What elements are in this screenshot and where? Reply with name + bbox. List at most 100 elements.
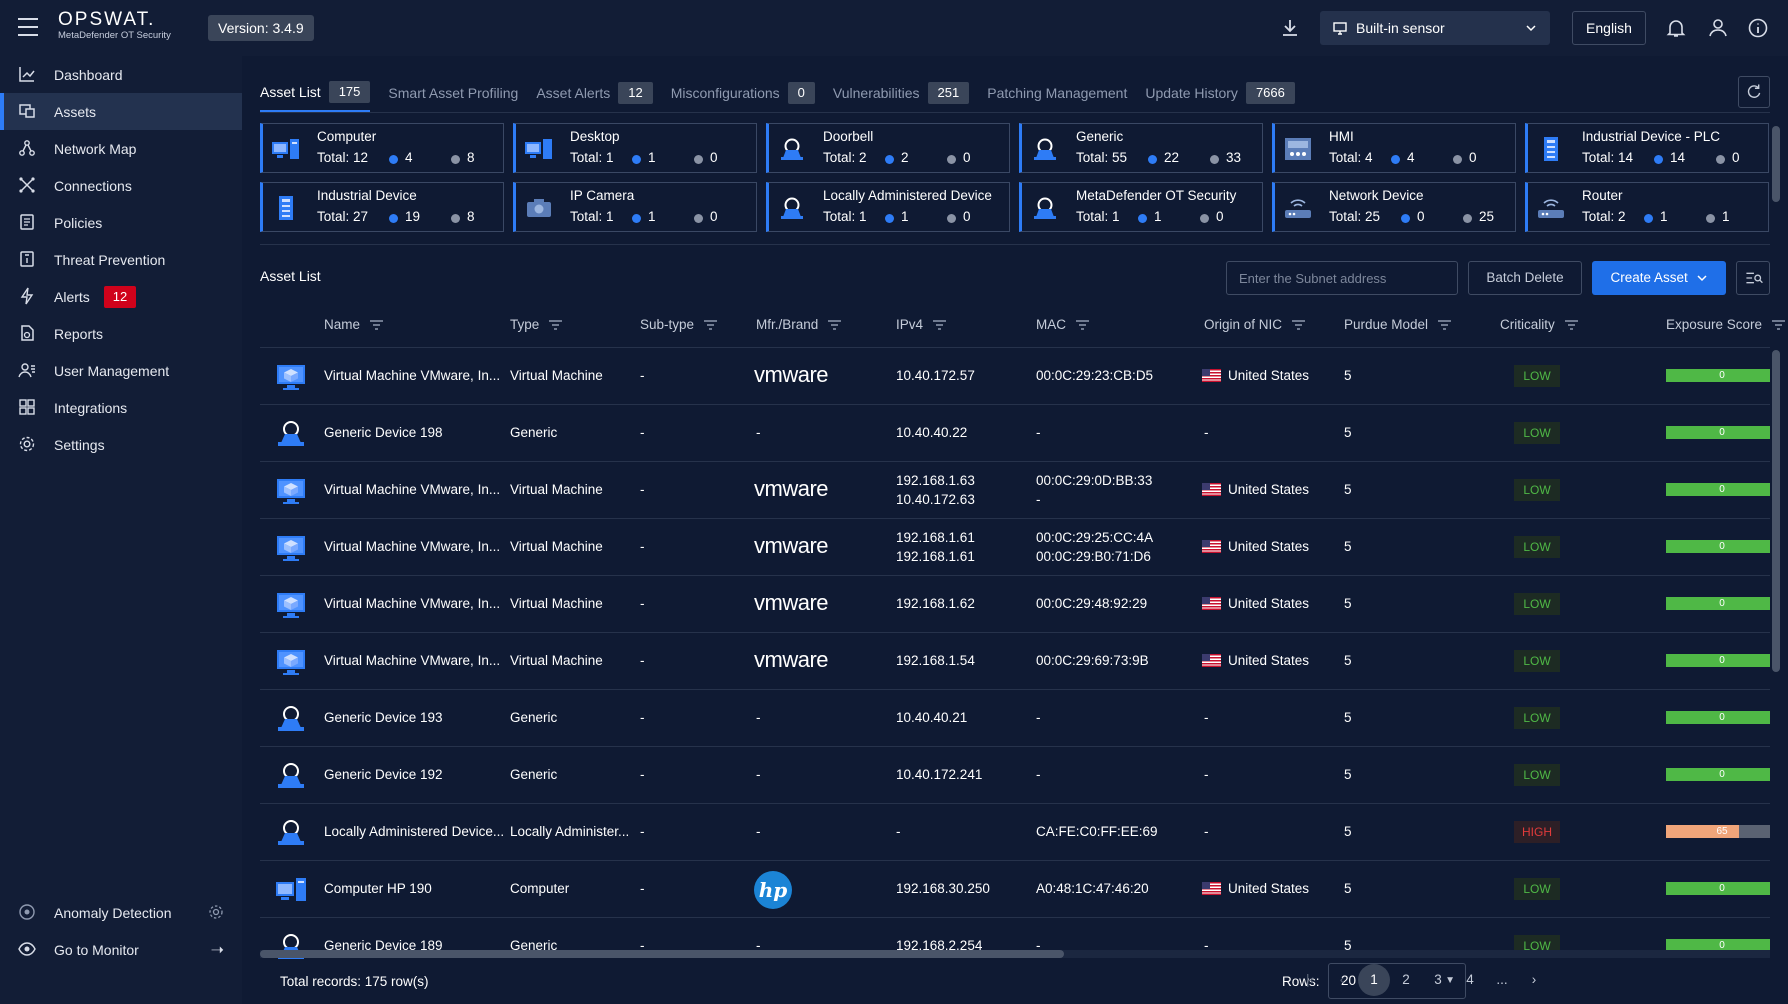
hmi-icon — [1283, 136, 1313, 162]
horizontal-scrollbar[interactable] — [260, 950, 1770, 958]
card-title: Router — [1582, 188, 1623, 203]
column-settings-icon[interactable] — [1736, 261, 1770, 295]
tab-asset-list[interactable]: Asset List 175 — [260, 74, 371, 112]
column-header[interactable]: Mfr./Brand — [756, 317, 842, 332]
card-title: Industrial Device — [317, 188, 417, 203]
vmware-logo: vmware — [754, 533, 829, 558]
subnet-input[interactable] — [1226, 261, 1458, 295]
page-2[interactable]: 2 — [1390, 964, 1422, 996]
batch-delete-button[interactable]: Batch Delete — [1468, 261, 1582, 295]
table-row[interactable]: Generic Device 198 Generic - - 10.40.40.22 - -… — [260, 405, 1770, 462]
asset-type-card[interactable]: Network Device Total: 25 0 25 — [1272, 182, 1516, 232]
us-flag-icon — [1202, 882, 1221, 895]
filter-icon[interactable] — [549, 319, 563, 330]
asset-type-card[interactable]: Router Total: 2 1 1 — [1525, 182, 1769, 232]
card-offline-count: 0 — [963, 209, 971, 224]
gear-icon[interactable] — [208, 904, 224, 920]
create-asset-button[interactable]: Create Asset — [1592, 261, 1726, 295]
asset-type-card[interactable]: HMI Total: 4 4 0 — [1272, 123, 1516, 173]
filter-icon[interactable] — [828, 319, 842, 330]
asset-mac: 00:0C:29:23:CB:D5 — [1036, 368, 1154, 383]
table-row[interactable]: Computer HP 190 Computer - hp 192.168.30.250… — [260, 861, 1770, 918]
column-header[interactable]: Sub-type — [640, 317, 718, 332]
table-row[interactable]: Generic Device 193 Generic - - 10.40.40.21 - -… — [260, 690, 1770, 747]
download-icon[interactable] — [1278, 16, 1302, 40]
table-row[interactable]: Virtual Machine VMware, In... Virtual Mac… — [260, 633, 1770, 690]
sidebar-item-go-to-monitor[interactable]: Go to Monitor ➝ — [0, 931, 242, 968]
sidebar-item-reports[interactable]: Reports — [0, 315, 242, 352]
table-row[interactable]: Generic Device 192 Generic - - 10.40.172.241… — [260, 747, 1770, 804]
page-4[interactable]: 4 — [1454, 964, 1486, 996]
sidebar-item-dashboard[interactable]: Dashboard — [0, 56, 242, 93]
sidebar-item-connections[interactable]: Connections — [0, 167, 242, 204]
asset-type-card[interactable]: Locally Administered Device Total: 1 1 0 — [766, 182, 1010, 232]
tab-patching-management[interactable]: Patching Management — [987, 74, 1127, 112]
asset-type-card[interactable]: MetaDefender OT Security Total: 1 1 0 — [1019, 182, 1263, 232]
asset-type-card[interactable]: Computer Total: 12 4 8 — [260, 123, 504, 173]
column-header[interactable]: Exposure Score — [1666, 317, 1786, 332]
vertical-scrollbar[interactable] — [1772, 350, 1780, 950]
asset-type-card[interactable]: Industrial Device Total: 27 19 8 — [260, 182, 504, 232]
sidebar-item-user-management[interactable]: User Management — [0, 352, 242, 389]
vmware-logo: vmware — [754, 647, 829, 672]
page-1[interactable]: 1 — [1358, 964, 1390, 996]
user-icon[interactable] — [1706, 16, 1730, 40]
tab-smart-asset-profiling[interactable]: Smart Asset Profiling — [388, 74, 518, 112]
card-online-count: 0 — [1417, 209, 1425, 224]
sidebar-item-anomaly-detection[interactable]: Anomaly Detection — [0, 894, 242, 931]
asset-mac: - — [1036, 710, 1041, 725]
table-row[interactable]: Locally Administered Device... Locally Ad… — [260, 804, 1770, 861]
tab-update-history[interactable]: Update History 7666 — [1145, 74, 1295, 112]
filter-icon[interactable] — [370, 319, 384, 330]
asset-type-card[interactable]: Doorbell Total: 2 2 0 — [766, 123, 1010, 173]
asset-mac: CA:FE:C0:FF:EE:69 — [1036, 824, 1158, 839]
column-header[interactable]: Name — [324, 317, 384, 332]
filter-icon[interactable] — [933, 319, 947, 330]
asset-type-card[interactable]: Desktop Total: 1 1 0 — [513, 123, 757, 173]
prev-page-icon[interactable]: ‹ — [1326, 964, 1358, 996]
column-header[interactable]: MAC — [1036, 317, 1089, 332]
table-row[interactable]: Virtual Machine VMware, In... Virtual Mac… — [260, 519, 1770, 576]
language-select[interactable]: English — [1572, 11, 1646, 45]
filter-icon[interactable] — [704, 319, 718, 330]
hamburger-menu-icon[interactable] — [18, 18, 38, 36]
table-row[interactable]: Virtual Machine VMware, In... Virtual Mac… — [260, 348, 1770, 405]
sensor-select[interactable]: Built-in sensor — [1320, 11, 1550, 45]
table-row[interactable]: Virtual Machine VMware, In... Virtual Mac… — [260, 576, 1770, 633]
tab-count: 7666 — [1245, 82, 1295, 104]
filter-icon[interactable] — [1438, 319, 1452, 330]
filter-icon[interactable] — [1772, 319, 1786, 330]
column-header[interactable]: Type — [510, 317, 563, 332]
bell-icon[interactable] — [1664, 16, 1688, 40]
asset-type-card[interactable]: Industrial Device - PLC Total: 14 14 0 — [1525, 123, 1769, 173]
next-page-icon[interactable]: › — [1518, 964, 1550, 996]
column-header[interactable]: Origin of NIC — [1204, 317, 1306, 332]
info-icon[interactable] — [1746, 16, 1770, 40]
asset-list-title: Asset List — [260, 268, 321, 284]
column-header[interactable]: IPv4 — [896, 317, 947, 332]
sidebar-item-alerts[interactable]: Alerts 12 — [0, 278, 242, 315]
page-3[interactable]: 3 — [1422, 964, 1454, 996]
sidebar-item-assets[interactable]: Assets — [0, 93, 242, 130]
filter-icon[interactable] — [1076, 319, 1089, 330]
tab-asset-alerts[interactable]: Asset Alerts 12 — [536, 74, 653, 112]
refresh-icon[interactable] — [1738, 76, 1770, 108]
sidebar-item-settings[interactable]: Settings — [0, 426, 242, 463]
filter-icon[interactable] — [1292, 319, 1306, 330]
asset-type-card[interactable]: IP Camera Total: 1 1 0 — [513, 182, 757, 232]
sidebar-item-threat-prevention[interactable]: Threat Prevention — [0, 241, 242, 278]
sidebar-item-policies[interactable]: Policies — [0, 204, 242, 241]
cards-scrollbar[interactable] — [1772, 126, 1780, 202]
us-flag-icon — [1202, 654, 1221, 667]
table-row[interactable]: Virtual Machine VMware, In... Virtual Mac… — [260, 462, 1770, 519]
tab-vulnerabilities[interactable]: Vulnerabilities 251 — [833, 74, 970, 112]
column-header[interactable]: Purdue Model — [1344, 317, 1452, 332]
first-page-icon[interactable]: |‹ — [1294, 964, 1326, 996]
tab-misconfigurations[interactable]: Misconfigurations 0 — [671, 74, 815, 112]
column-header[interactable]: Criticality — [1500, 317, 1578, 332]
sidebar-item-integrations[interactable]: Integrations — [0, 389, 242, 426]
asset-type-card[interactable]: Generic Total: 55 22 33 — [1019, 123, 1263, 173]
page-ellipsis[interactable]: ... — [1486, 964, 1518, 996]
filter-icon[interactable] — [1564, 319, 1578, 330]
sidebar-item-network-map[interactable]: Network Map — [0, 130, 242, 167]
